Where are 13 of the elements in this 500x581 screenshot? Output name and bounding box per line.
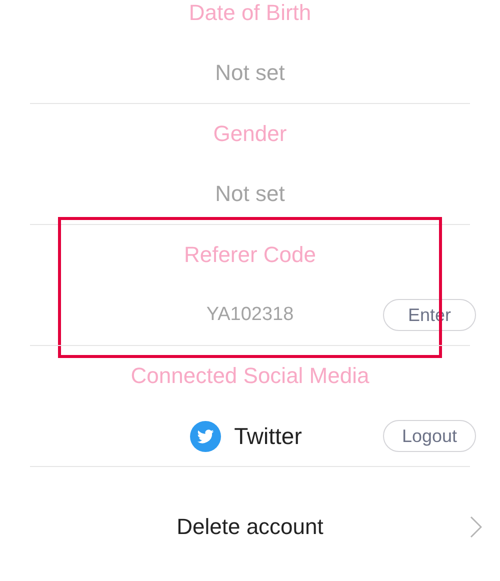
chevron-icon — [470, 516, 482, 538]
field-value: Not set — [215, 60, 285, 86]
field-label: Referer Code — [182, 241, 318, 269]
referer-code: YA102318 — [206, 304, 294, 326]
bird-icon — [190, 420, 222, 452]
logout-button[interactable]: Logout — [383, 420, 476, 452]
account-name: Twitter — [234, 422, 302, 450]
field-value: Not set — [215, 181, 285, 207]
field-label: Date of Birth — [188, 0, 312, 27]
delete-account-label: Delete account — [176, 514, 324, 540]
delete-account-row[interactable]: Delete account — [0, 467, 500, 581]
field-label: Connected Social Media — [130, 362, 370, 390]
field-label: Gender — [212, 120, 288, 148]
